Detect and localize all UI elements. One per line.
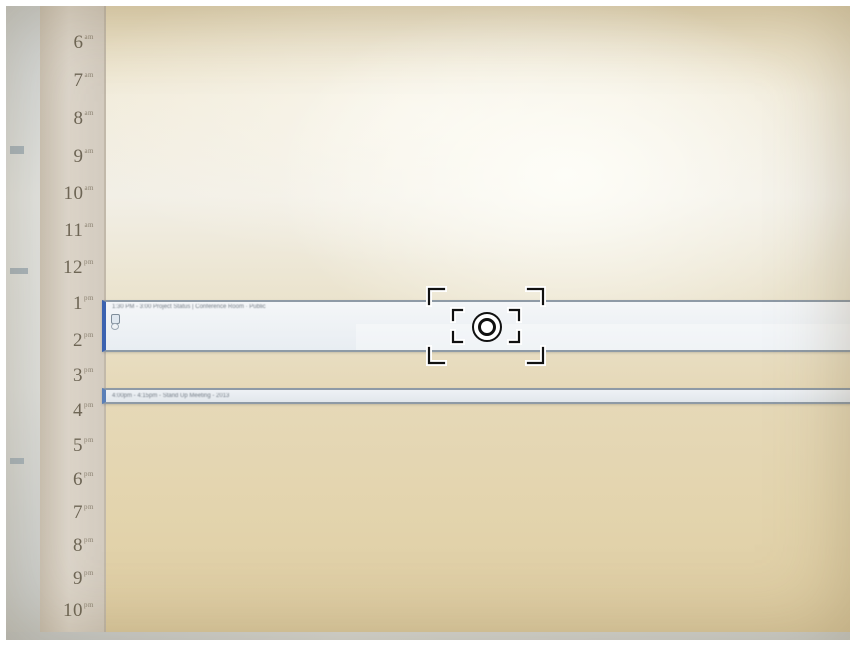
hour-label: 11am [64, 220, 94, 241]
focus-reticle-icon [426, 286, 546, 366]
hour-label: 3pm [73, 365, 94, 386]
hour-label: 2pm [73, 330, 94, 351]
time-ruler: 6am 7am 8am 9am 10am 11am 12pm 1pm 2pm 3… [40, 6, 106, 640]
hour-label: 7pm [73, 502, 94, 523]
hour-label: 9am [73, 146, 94, 167]
bottom-taskbar-strip [6, 632, 850, 640]
hour-label: 4pm [73, 400, 94, 421]
hour-label: 10pm [63, 600, 94, 621]
hour-label: 9pm [73, 568, 94, 589]
hour-label: 12pm [63, 257, 94, 278]
calendar-event-stand-up[interactable]: 4:00pm - 4:15pm - Stand Up Meeting - 201… [102, 388, 850, 404]
hour-label: 8am [73, 108, 94, 129]
event-title: 4:00pm - 4:15pm - Stand Up Meeting - 201… [112, 393, 230, 399]
hour-label: 6pm [73, 469, 94, 490]
hour-label: 8pm [73, 535, 94, 556]
hour-label: 6am [73, 32, 94, 53]
hour-label: 1pm [73, 293, 94, 314]
hour-label: 7am [73, 70, 94, 91]
hour-label: 5pm [73, 435, 94, 456]
reminder-bell-icon [111, 323, 119, 330]
event-title: 1:30 PM - 3:00 Project Status | Conferen… [112, 304, 266, 310]
hour-label: 10am [63, 183, 94, 204]
